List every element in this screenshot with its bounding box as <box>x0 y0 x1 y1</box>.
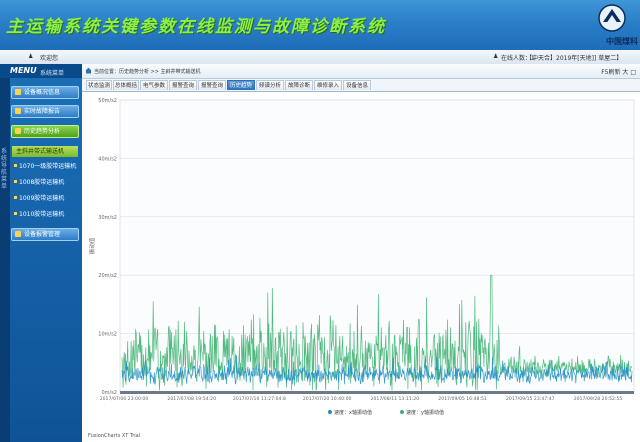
bullet-icon <box>14 196 17 199</box>
x-tick-label: 2017/07/20 10:40:00 <box>303 396 352 402</box>
tab-history-trend[interactable]: 历史趋势 <box>227 80 255 90</box>
tab-maintenance[interactable]: 维修录入 <box>314 80 342 90</box>
app-title: 主运输系统关键参数在线监测与故障诊断系统 <box>6 17 386 37</box>
footer-text: FusionCharts XT Trial <box>88 433 141 439</box>
y-tick-label: 20m/s2 <box>98 273 117 279</box>
sidebar-item-label: 1070一级胶带运输机 <box>19 163 77 170</box>
sidebar-item-1009[interactable]: 1009胶带运输机 <box>14 193 78 204</box>
strip-text: 系统导航菜单 <box>1 148 8 190</box>
y-tick-label: 50m/s2 <box>98 98 117 104</box>
legend-label: 速度：x轴振动值 <box>334 409 372 416</box>
sidebar-item-1070[interactable]: 1070一级胶带运输机 <box>14 161 78 172</box>
folder-icon <box>15 108 21 114</box>
online-icon: ♟ <box>493 53 499 60</box>
sidebar-collapse-strip[interactable]: 系统导航菜单 <box>0 78 10 442</box>
menu-sub-label: 系统菜单 <box>40 70 65 77</box>
tab-bar: 状态监测 总体概括 电气参数 报警查询 报警查询 历史趋势 频谱分析 故障诊断 … <box>82 79 640 92</box>
y-tick-label: 10m/s2 <box>98 332 117 338</box>
menu-label: MENU <box>10 66 37 75</box>
sidebar-item-1010[interactable]: 1010胶带运输机 <box>14 209 78 220</box>
app-banner: 主运输系统关键参数在线监测与故障诊断系统 中国煤科 <box>0 0 640 50</box>
y-tick-label: 30m/s2 <box>98 215 117 221</box>
tab-electrical[interactable]: 电气参数 <box>140 80 168 90</box>
tab-alarm-query-2[interactable]: 报警查询 <box>198 80 226 90</box>
tab-alarm-query[interactable]: 报警查询 <box>169 80 197 90</box>
y-tick-label: 40m/s2 <box>98 156 117 162</box>
folder-icon <box>15 128 21 134</box>
x-tick-label: 2017/07/10 11:27:04:8 <box>233 396 286 402</box>
x-tick-label: 2017/08/11 13:11:20 <box>371 396 420 402</box>
x-tick-label: 2017/09/15 23:47:47 <box>506 396 555 402</box>
location-text: 【中天合】2019年[天地]] 草屋二】 <box>526 55 623 62</box>
y-axis-label: 振动值 <box>88 237 96 254</box>
section-label: 设备报警管理 <box>24 231 61 238</box>
x-tick-label: 2017/07/06 23:00:00 <box>100 396 149 402</box>
sidebar: MENU 系统菜单 系统导航菜单 设备概况信息 实时故障报告 历史趋势分析 主斜… <box>0 64 82 442</box>
user-icon: ♟ <box>28 53 34 60</box>
top-status-bar: ♟ 欢迎您 ♟ 在线人数：1 【中天合】2019年[天地]] 草屋二】 <box>0 50 640 65</box>
trend-chart: 0m/s2 10m/s2 20m/s2 30m/s2 40m/s2 50m/s2 振动值 20… <box>88 98 635 416</box>
x-tick-label: 2017/09/05 16:48:51 <box>438 396 487 402</box>
bullet-icon <box>14 164 17 167</box>
section-label: 设备概况信息 <box>24 89 61 96</box>
section-label: 实时故障报告 <box>24 108 61 115</box>
section-label: 历史趋势分析 <box>24 128 61 135</box>
welcome-text: 欢迎您 <box>40 55 59 62</box>
sidebar-section-alarms[interactable]: 设备报警管理 <box>11 228 79 241</box>
main-panel: 当前位置：历史趋势分析 >> 主斜井带式输送机 F5刷新 大 □ 状态监测 总体… <box>82 64 640 442</box>
sidebar-section-history[interactable]: 历史趋势分析 <box>11 125 79 138</box>
chart-footer: FusionCharts XT Trial <box>82 430 640 442</box>
tab-spectrum[interactable]: 频谱分析 <box>256 80 284 90</box>
tab-device-info[interactable]: 设备信息 <box>343 80 371 90</box>
home-icon <box>85 67 92 74</box>
sidebar-item-label: 主斜井带式输送机 <box>16 148 65 155</box>
menu-header: MENU 系统菜单 <box>0 64 82 78</box>
legend-label: 速度：y轴振动值 <box>406 409 444 416</box>
sidebar-section-overview[interactable]: 设备概况信息 <box>11 86 79 99</box>
sidebar-item-label: 1008胶带运输机 <box>19 179 65 186</box>
sidebar-item-main-incline[interactable]: 主斜井带式输送机 <box>12 146 78 157</box>
sidebar-item-label: 1009胶带运输机 <box>19 195 65 202</box>
y-tick-label: 0m/s2 <box>101 390 117 396</box>
sidebar-item-1008[interactable]: 1008胶带运输机 <box>14 177 78 188</box>
sidebar-item-label: 1010胶带运输机 <box>19 211 65 218</box>
x-tick-label: 2017/09/28 20:52:55 <box>574 396 623 402</box>
breadcrumb-text: 当前位置：历史趋势分析 >> 主斜井带式输送机 <box>94 69 201 75</box>
plot-area <box>119 99 635 393</box>
sidebar-section-faults[interactable]: 实时故障报告 <box>11 105 79 118</box>
folder-icon <box>15 231 21 237</box>
tab-overview[interactable]: 总体概括 <box>113 80 139 90</box>
chart-scrollbar <box>120 391 634 394</box>
refresh-zoom-controls[interactable]: F5刷新 大 □ <box>601 67 636 76</box>
legend-swatch <box>400 410 404 414</box>
brand-name: 中国煤科 <box>606 37 638 46</box>
legend-swatch <box>328 410 332 414</box>
bullet-icon <box>14 212 17 215</box>
x-tick-label: 2017/07/08 19:54:20 <box>167 396 216 402</box>
folder-icon <box>15 89 21 95</box>
bullet-icon <box>14 180 17 183</box>
tab-diagnosis[interactable]: 故障诊断 <box>285 80 313 90</box>
tab-status-monitor[interactable]: 状态监测 <box>86 80 112 90</box>
breadcrumb: 当前位置：历史趋势分析 >> 主斜井带式输送机 F5刷新 大 □ <box>82 64 640 79</box>
